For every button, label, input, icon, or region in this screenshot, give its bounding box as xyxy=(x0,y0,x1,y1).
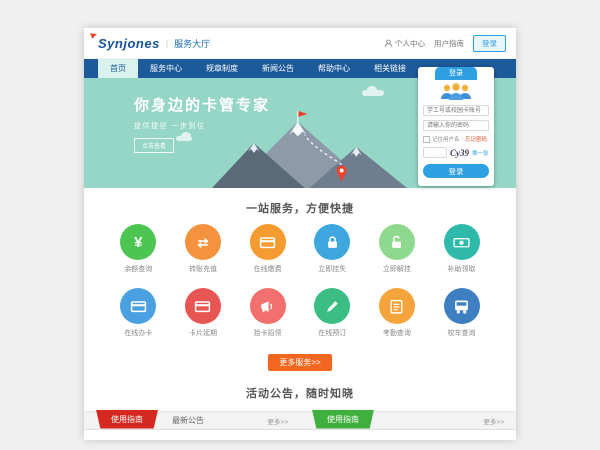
header-right: 个人中心 用户指南 登录 xyxy=(384,35,506,52)
captcha-image[interactable]: Cy39 xyxy=(450,148,469,158)
remember-label: 记住用户名 xyxy=(432,135,460,143)
cloud-icon xyxy=(362,90,384,96)
service-label: 在线缴费 xyxy=(235,264,300,274)
options-separator: | xyxy=(462,136,463,142)
pencil-icon xyxy=(314,288,350,324)
header-login-button[interactable]: 登录 xyxy=(473,35,506,52)
service-label: 卡片延期 xyxy=(171,328,236,338)
hero-subtitle: 提供捷径 一步到位 xyxy=(134,121,270,131)
service-item[interactable]: ⇄ 转账充值 xyxy=(171,224,236,274)
login-submit-button[interactable]: 登录 xyxy=(423,164,489,178)
logo-divider: | xyxy=(166,38,168,48)
service-item[interactable]: 考勤查询 xyxy=(365,288,430,338)
service-item[interactable]: 立即解挂 xyxy=(365,224,430,274)
services-title: 一站服务，方便快捷 xyxy=(84,200,516,216)
hero-title: 你身边的卡管专家 xyxy=(134,94,270,115)
username-input[interactable] xyxy=(423,105,489,116)
captcha-refresh-link[interactable]: 换一张 xyxy=(472,149,489,157)
services-section: 一站服务，方便快捷 ¥ 余额查询 ⇄ 转账充值在线缴费立即挂失立即解挂补助领取在线办卡… xyxy=(84,188,516,401)
service-item[interactable]: 卡片延期 xyxy=(171,288,236,338)
hero-text: 你身边的卡管专家 提供捷径 一步到位 点击查看 xyxy=(134,94,270,153)
usage-guide-ribbon-green[interactable]: 使用指南 xyxy=(312,410,374,429)
latest-announcements-tab[interactable]: 最新公告 xyxy=(172,415,204,426)
service-item[interactable]: 在线缴费 xyxy=(235,224,300,274)
user-guide-link[interactable]: 用户指南 xyxy=(434,38,464,49)
more-link-right[interactable]: 更多>> xyxy=(483,416,504,426)
service-item[interactable]: 在线办卡 xyxy=(106,288,171,338)
service-label: 拾卡招领 xyxy=(235,328,300,338)
transfer-icon: ⇄ xyxy=(185,224,221,260)
service-item[interactable]: 校车查询 xyxy=(429,288,494,338)
password-input[interactable] xyxy=(423,120,489,131)
card-icon xyxy=(185,288,221,324)
nav-item-link[interactable]: 规章制度 xyxy=(194,59,250,78)
logo-arrow-icon xyxy=(90,31,98,39)
nav-item-link[interactable]: 相关链接 xyxy=(362,59,418,78)
megaphone-icon xyxy=(250,288,286,324)
service-label: 立即解挂 xyxy=(365,264,430,274)
service-label: 考勤查询 xyxy=(365,328,430,338)
forgot-password-link[interactable]: 忘记密码 xyxy=(465,135,487,143)
service-label: 补助领取 xyxy=(429,264,494,274)
service-label: 立即挂失 xyxy=(300,264,365,274)
service-label: 在线办卡 xyxy=(106,328,171,338)
logo-subtitle: 服务大厅 xyxy=(174,37,210,50)
nav-item-link[interactable]: 新闻公告 xyxy=(250,59,306,78)
banknote-icon xyxy=(444,224,480,260)
nav-item-active[interactable]: 首页 xyxy=(98,59,138,78)
hero-banner: 你身边的卡管专家 提供捷径 一步到位 点击查看 登录 xyxy=(84,78,516,188)
user-guide-label: 用户指南 xyxy=(434,38,464,49)
captcha-row: Cy39 换一张 xyxy=(423,147,489,158)
header: Synjones | 服务大厅 个人中心 用户指南 登录 xyxy=(84,28,516,59)
personal-center-label: 个人中心 xyxy=(395,38,425,49)
card-icon xyxy=(250,224,286,260)
more-services-button[interactable]: 更多服务>> xyxy=(268,354,331,371)
flag-pole-icon xyxy=(297,111,298,123)
logo-text: Synjones xyxy=(98,36,160,51)
login-options-row: 记住用户名 | 忘记密码 xyxy=(423,135,489,143)
unlock-icon xyxy=(379,224,415,260)
announcements-band: 使用指南 最新公告 更多>> 使用指南 更多>> xyxy=(84,411,516,430)
bus-icon xyxy=(444,288,480,324)
nav-item-link[interactable]: 帮助中心 xyxy=(306,59,362,78)
service-item[interactable]: 立即挂失 xyxy=(300,224,365,274)
services-grid: ¥ 余额查询 ⇄ 转账充值在线缴费立即挂失立即解挂补助领取在线办卡卡片延期拾卡招领在线… xyxy=(84,224,516,352)
more-link-left[interactable]: 更多>> xyxy=(267,416,288,426)
card-icon xyxy=(120,288,156,324)
lock-icon xyxy=(314,224,350,260)
login-tab[interactable]: 登录 xyxy=(435,67,477,80)
captcha-input[interactable] xyxy=(423,147,447,158)
flag-icon xyxy=(298,111,307,117)
users-group-icon xyxy=(423,82,489,102)
personal-center-link[interactable]: 个人中心 xyxy=(384,38,425,49)
logo: Synjones | 服务大厅 xyxy=(98,36,210,51)
service-item[interactable]: 拾卡招领 xyxy=(235,288,300,338)
hero-cta-button[interactable]: 点击查看 xyxy=(134,138,174,153)
service-label: 余额查询 xyxy=(106,264,171,274)
user-icon xyxy=(384,39,393,48)
remember-checkbox[interactable] xyxy=(423,136,430,143)
nav-item-link[interactable]: 服务中心 xyxy=(138,59,194,78)
form-icon xyxy=(379,288,415,324)
page: Synjones | 服务大厅 个人中心 用户指南 登录 首页服务中心规章制度新… xyxy=(84,28,516,440)
announcements-left-module: 使用指南 最新公告 更多>> xyxy=(84,412,300,429)
yen-icon: ¥ xyxy=(120,224,156,260)
announcements-right-module: 使用指南 更多>> xyxy=(300,412,516,429)
login-panel: 登录 记住用户名 | 忘记密码 C xyxy=(418,67,494,186)
service-item[interactable]: 补助领取 xyxy=(429,224,494,274)
usage-guide-ribbon[interactable]: 使用指南 xyxy=(96,410,158,429)
service-label: 在线预订 xyxy=(300,328,365,338)
service-label: 校车查询 xyxy=(429,328,494,338)
service-label: 转账充值 xyxy=(171,264,236,274)
service-item[interactable]: ¥ 余额查询 xyxy=(106,224,171,274)
service-item[interactable]: 在线预订 xyxy=(300,288,365,338)
announcements-title: 活动公告，随时知晓 xyxy=(84,385,516,401)
